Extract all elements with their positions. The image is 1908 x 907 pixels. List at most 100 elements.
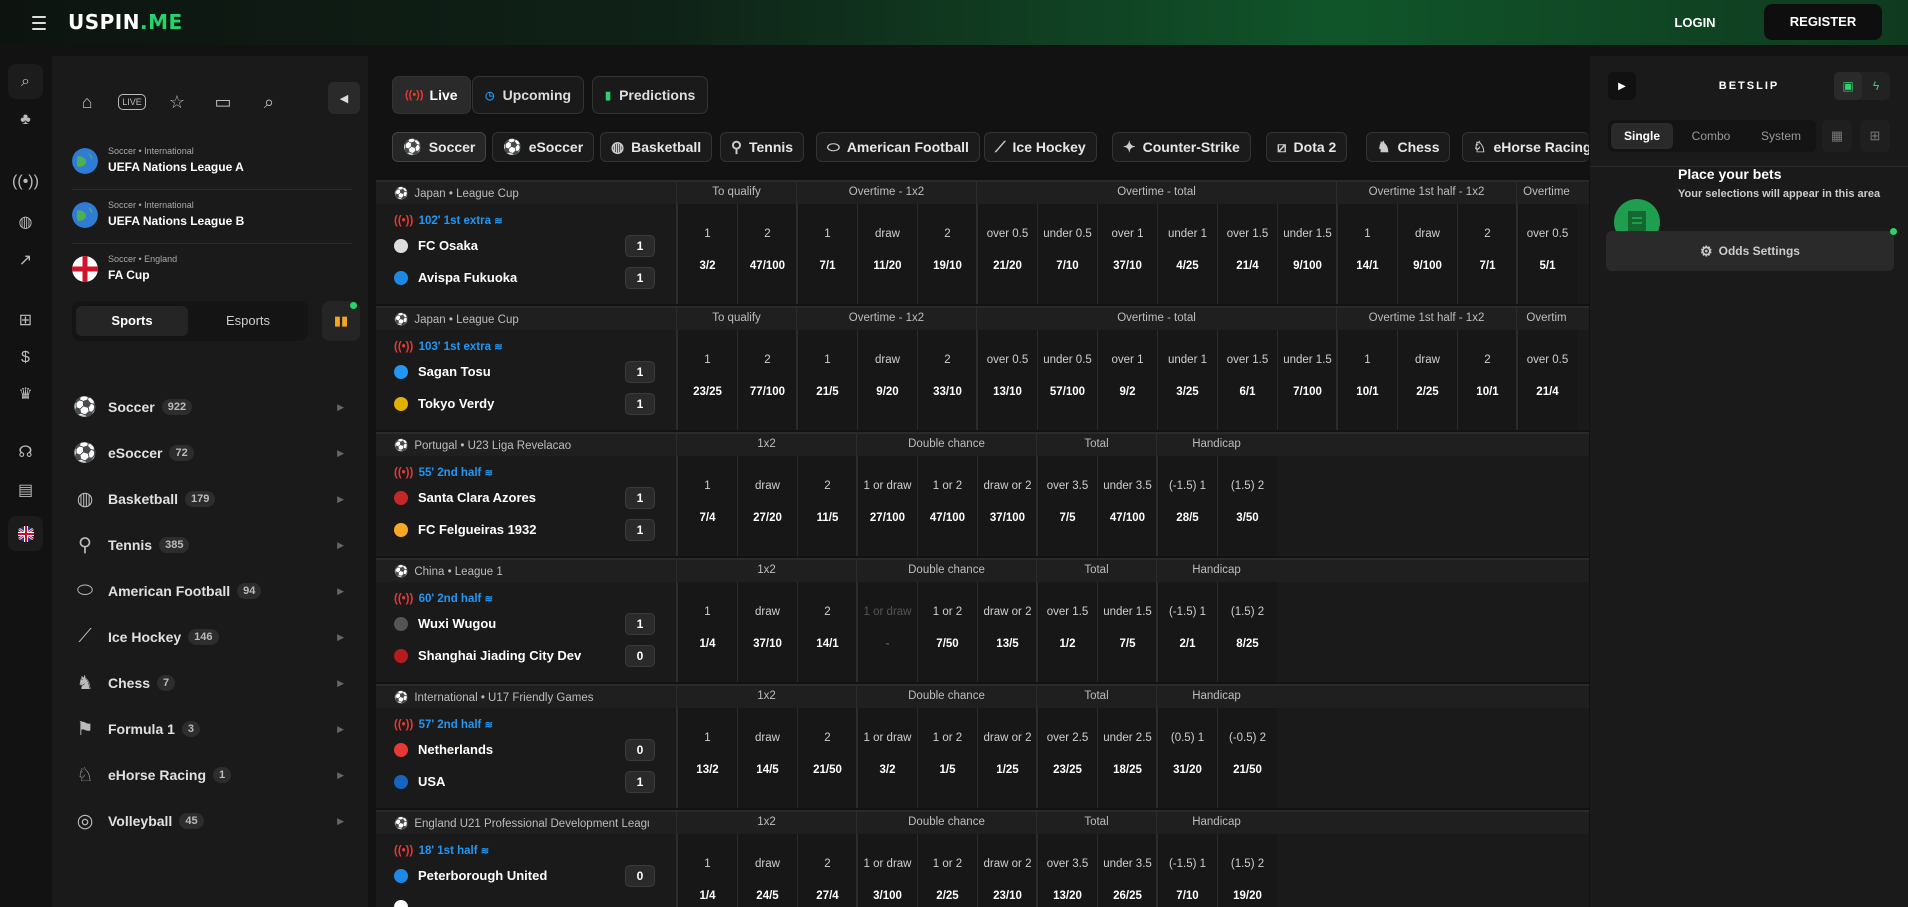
gift-icon[interactable]: ⊞ xyxy=(1860,120,1890,152)
team-name[interactable]: USA xyxy=(394,774,445,789)
odds-button[interactable]: 1 1/4 xyxy=(677,582,737,682)
tab-sports[interactable]: Sports xyxy=(76,306,188,336)
odds-button[interactable]: 2 19/10 xyxy=(917,204,977,304)
odds-button[interactable]: (1.5) 2 3/50 xyxy=(1217,456,1277,556)
odds-button[interactable]: over 0.5 13/10 xyxy=(977,330,1037,430)
odds-button[interactable]: 2 14/1 xyxy=(797,582,857,682)
odds-button[interactable]: over 3.5 13/20 xyxy=(1037,834,1097,907)
odds-button[interactable]: 1 10/1 xyxy=(1337,330,1397,430)
logo[interactable]: USPIN.ME xyxy=(68,10,183,34)
odds-button[interactable]: draw or 2 23/10 xyxy=(977,834,1037,907)
odds-button[interactable]: 2 21/50 xyxy=(797,708,857,808)
odds-button[interactable]: 1 or 2 7/50 xyxy=(917,582,977,682)
chip-soccer[interactable]: ⚽ Soccer xyxy=(392,132,487,162)
odds-button[interactable]: 2 10/1 xyxy=(1457,330,1517,430)
odds-button[interactable]: (-1.5) 1 7/10 xyxy=(1157,834,1217,907)
odds-button[interactable]: 1 7/1 xyxy=(797,204,857,304)
odds-button[interactable]: draw 9/20 xyxy=(857,330,917,430)
league-name[interactable]: ⚽ International • U17 Friendly Games xyxy=(394,690,649,704)
chip-ehorse-racing[interactable]: ♘ eHorse Racing xyxy=(1462,132,1589,162)
money-bag-icon[interactable]: $ xyxy=(8,340,43,375)
odds-button[interactable]: under 0.5 7/10 xyxy=(1037,204,1097,304)
odds-button[interactable]: draw 14/5 xyxy=(737,708,797,808)
uk-flag-icon[interactable] xyxy=(8,516,43,551)
search-icon[interactable]: ⌕ xyxy=(8,64,43,99)
odds-button[interactable]: 2 27/4 xyxy=(797,834,857,907)
tab-upcoming[interactable]: ◷ Upcoming xyxy=(472,76,585,114)
sidebar-item-volleyball[interactable]: ◎ Volleyball 45 ▶ xyxy=(72,798,352,844)
odds-button[interactable]: (-1.5) 1 28/5 xyxy=(1157,456,1217,556)
odds-button[interactable]: under 0.5 57/100 xyxy=(1037,330,1097,430)
odds-button[interactable]: 1 21/5 xyxy=(797,330,857,430)
team-name[interactable]: Shanghai Jiading City Dev xyxy=(394,648,581,663)
odds-button[interactable]: 2 33/10 xyxy=(917,330,977,430)
odds-button[interactable]: over 1 9/2 xyxy=(1097,330,1157,430)
odds-button[interactable]: draw or 2 37/100 xyxy=(977,456,1037,556)
sidebar-item-chess[interactable]: ♞ Chess 7 ▶ xyxy=(72,660,352,706)
odds-button[interactable]: over 1.5 21/4 xyxy=(1217,204,1277,304)
odds-button[interactable]: over 0.5 21/20 xyxy=(977,204,1037,304)
odds-button[interactable]: under 1.5 7/5 xyxy=(1097,582,1157,682)
cashier-icon[interactable]: ▤ xyxy=(8,472,43,507)
odds-button[interactable]: (0.5) 1 31/20 xyxy=(1157,708,1217,808)
odds-button[interactable]: under 1.5 9/100 xyxy=(1277,204,1337,304)
menu-icon[interactable] xyxy=(25,12,53,34)
odds-button[interactable]: draw or 2 1/25 xyxy=(977,708,1037,808)
tab-system[interactable]: System xyxy=(1750,123,1812,149)
team-name[interactable]: Sagan Tosu xyxy=(394,364,491,379)
chip-counter-strike[interactable]: ✦ Counter-Strike xyxy=(1112,132,1251,162)
sidebar-item-soccer[interactable]: ⚽ Soccer 922 ▶ xyxy=(72,384,352,430)
crown-icon[interactable]: ♛ xyxy=(8,376,43,411)
odds-button[interactable]: draw 37/10 xyxy=(737,582,797,682)
league-name[interactable]: ⚽ Portugal • U23 Liga Revelacao xyxy=(394,438,649,452)
tab-esports[interactable]: Esports xyxy=(192,306,304,336)
register-button[interactable]: REGISTER xyxy=(1764,4,1882,40)
tab-live[interactable]: ((•)) Live xyxy=(392,76,471,114)
tab-single[interactable]: Single xyxy=(1611,123,1673,149)
chip-american-football[interactable]: ⬭ American Football xyxy=(816,132,980,162)
odds-button[interactable]: 1 14/1 xyxy=(1337,204,1397,304)
odds-button[interactable]: 1 or 2 1/5 xyxy=(917,708,977,808)
betslip-icon[interactable]: ▣ xyxy=(1834,72,1862,100)
chip-ice-hockey[interactable]: ⟋ Ice Hockey xyxy=(984,132,1097,162)
basketball-icon[interactable]: ◍ xyxy=(8,204,43,239)
odds-button[interactable]: draw 9/100 xyxy=(1397,204,1457,304)
chip-chess[interactable]: ♞ Chess xyxy=(1366,132,1451,162)
odds-button[interactable]: 1 7/4 xyxy=(677,456,737,556)
team-name[interactable]: Wuxi Wugou xyxy=(394,616,496,631)
league-name[interactable]: ⚽ Japan • League Cup xyxy=(394,312,649,326)
team-name[interactable] xyxy=(394,900,418,907)
odds-button[interactable]: draw 2/25 xyxy=(1397,330,1457,430)
odds-button[interactable]: 1 23/25 xyxy=(677,330,737,430)
betslip-history-icon[interactable]: ▭ xyxy=(208,87,238,117)
sidebar-item-formula-1[interactable]: ⚑ Formula 1 3 ▶ xyxy=(72,706,352,752)
sidebar-item-ehorse-racing[interactable]: ♘ eHorse Racing 1 ▶ xyxy=(72,752,352,798)
odds-button[interactable]: over 0.5 21/4 xyxy=(1517,330,1577,430)
odds-button[interactable]: over 1.5 1/2 xyxy=(1037,582,1097,682)
odds-button[interactable]: draw or 2 13/5 xyxy=(977,582,1037,682)
star-icon[interactable]: ☆ xyxy=(162,87,192,117)
odds-button[interactable]: under 1 3/25 xyxy=(1157,330,1217,430)
odds-button[interactable]: (-1.5) 1 2/1 xyxy=(1157,582,1217,682)
odds-button[interactable]: under 2.5 18/25 xyxy=(1097,708,1157,808)
odds-button[interactable]: draw 27/20 xyxy=(737,456,797,556)
odds-button[interactable]: 1 or draw 3/2 xyxy=(857,708,917,808)
sidebar-item-esoccer[interactable]: ⚽ eSoccer 72 ▶ xyxy=(72,430,352,476)
favourite-league[interactable]: Soccer • International UEFA Nations Leag… xyxy=(72,136,352,190)
chip-tennis[interactable]: ⚲ Tennis xyxy=(720,132,805,162)
odds-button[interactable]: 1 or 2 2/25 xyxy=(917,834,977,907)
odds-button[interactable]: (-0.5) 2 21/50 xyxy=(1217,708,1277,808)
live-broadcast-icon[interactable]: ((•)) xyxy=(8,164,43,199)
trending-chart-icon[interactable]: ↗ xyxy=(8,242,43,277)
odds-button[interactable]: under 1 4/25 xyxy=(1157,204,1217,304)
odds-button[interactable]: over 3.5 7/5 xyxy=(1037,456,1097,556)
gift-icon[interactable]: ⊞ xyxy=(8,302,43,337)
collapse-sidebar-button[interactable]: ◀ xyxy=(328,82,360,114)
chip-esoccer[interactable]: ⚽ eSoccer xyxy=(492,132,595,162)
league-name[interactable]: ⚽ Japan • League Cup xyxy=(394,186,649,200)
favourite-league[interactable]: Soccer • England FA Cup xyxy=(72,244,352,298)
headset-icon[interactable]: ☊ xyxy=(8,434,43,469)
odds-button[interactable]: (1.5) 2 8/25 xyxy=(1217,582,1277,682)
odds-button[interactable]: draw 11/20 xyxy=(857,204,917,304)
odds-button[interactable]: over 1.5 6/1 xyxy=(1217,330,1277,430)
